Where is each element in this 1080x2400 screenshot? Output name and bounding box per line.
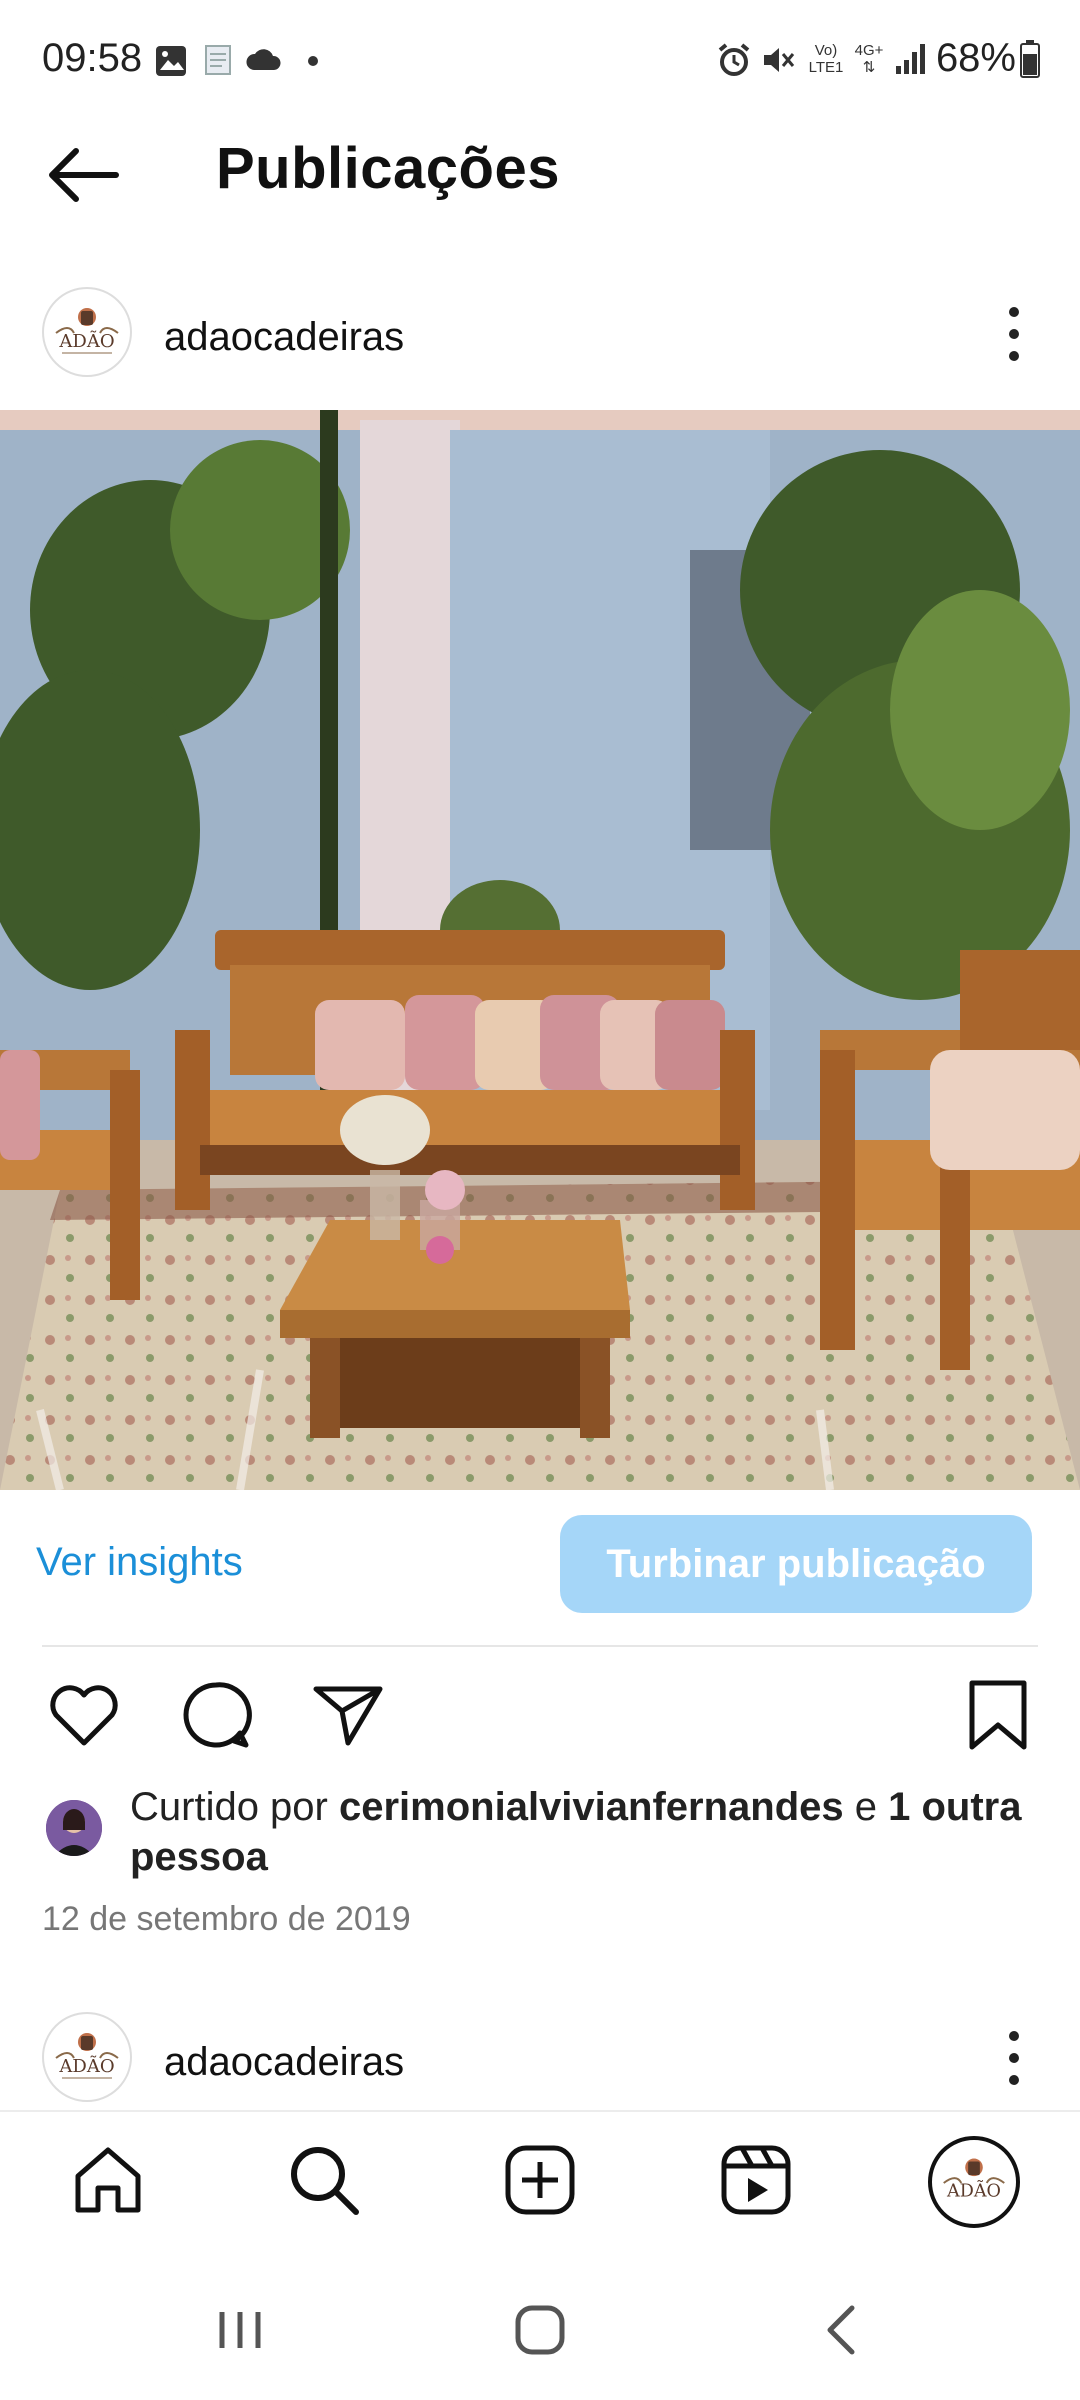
post-author-username[interactable]: adaocadeiras (164, 315, 404, 360)
svg-text:ADÃO: ADÃO (58, 2055, 114, 2077)
plus-square-icon[interactable] (500, 2140, 580, 2220)
adao-logo: ADÃO (55, 2033, 119, 2079)
view-insights-link[interactable]: Ver insights (36, 1540, 243, 1585)
profile-avatar-icon[interactable]: ADÃO (928, 2136, 1020, 2228)
network-type-indicator: 4G+ ⇅ (854, 42, 884, 76)
liker-avatar[interactable] (46, 1800, 102, 1856)
gallery-notification-icon (156, 46, 186, 76)
volte-indicator: Vo) LTE1 (808, 42, 844, 76)
home-icon[interactable] (68, 2140, 148, 2220)
likes-prefix: Curtido por (130, 1785, 339, 1829)
search-icon[interactable] (284, 2140, 364, 2220)
send-icon[interactable] (308, 1675, 388, 1755)
home-system-icon[interactable] (510, 2300, 570, 2360)
comment-icon[interactable] (176, 1675, 256, 1755)
bookmark-icon[interactable] (958, 1675, 1038, 1755)
divider (42, 1645, 1038, 1647)
adao-logo: ADÃO (943, 2158, 1005, 2202)
adao-logo: ADÃO (55, 308, 119, 354)
more-options-icon[interactable] (1004, 2028, 1024, 2088)
patio-furniture-image (0, 410, 1080, 1490)
dot-notification-icon (308, 56, 318, 66)
post-date: 12 de setembro de 2019 (42, 1900, 411, 1938)
svg-text:ADÃO: ADÃO (58, 330, 114, 352)
alarm-icon (718, 43, 750, 76)
status-bar: 09:58 Vo) LTE1 4G+ ⇅ 68% (0, 0, 1080, 120)
heart-icon[interactable] (44, 1675, 124, 1755)
cloud-notification-icon (246, 49, 281, 70)
reels-icon[interactable] (716, 2140, 796, 2220)
likes-summary[interactable]: Curtido por cerimonialvivianfernandes e … (130, 1782, 1050, 1882)
status-time: 09:58 (42, 36, 143, 80)
next-post-author-avatar[interactable]: ADÃO (42, 2012, 132, 2102)
likes-username[interactable]: cerimonialvivianfernandes (339, 1785, 844, 1829)
signal-icon (896, 44, 925, 74)
page-title: Publicações (216, 136, 560, 201)
post-photo[interactable] (0, 410, 1080, 1490)
more-options-icon[interactable] (1004, 304, 1024, 364)
post-author-avatar[interactable]: ADÃO (42, 287, 132, 377)
recent-apps-icon[interactable] (210, 2300, 270, 2360)
liker-photo (46, 1800, 102, 1856)
svg-text:ADÃO: ADÃO (946, 2180, 1001, 2202)
likes-connector: e (843, 1785, 889, 1829)
back-system-icon[interactable] (812, 2300, 872, 2360)
document-notification-icon (205, 45, 231, 75)
boost-post-button[interactable]: Turbinar publicação (560, 1515, 1032, 1613)
battery-percentage: 68% (935, 36, 1016, 80)
next-post-author-username[interactable]: adaocadeiras (164, 2040, 404, 2085)
back-arrow-icon[interactable] (40, 135, 130, 215)
mute-icon (764, 48, 795, 72)
battery-icon (1020, 40, 1040, 78)
